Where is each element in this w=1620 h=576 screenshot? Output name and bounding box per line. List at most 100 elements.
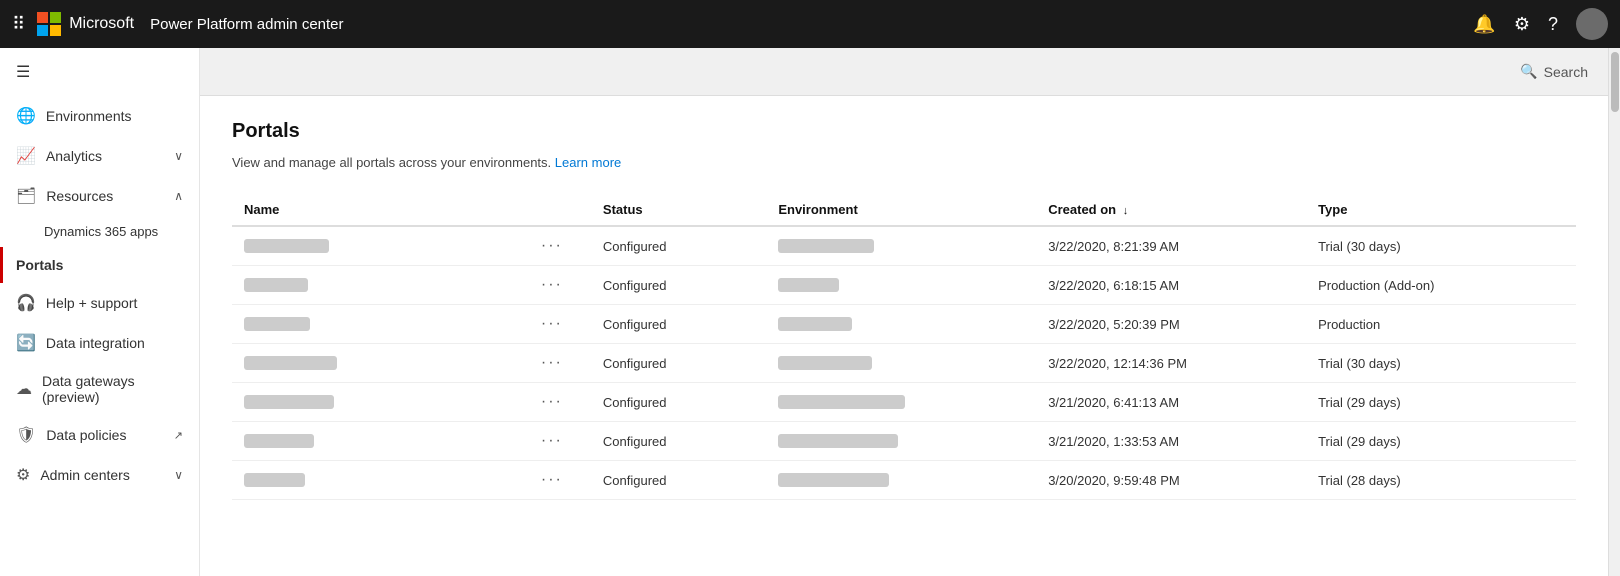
row-context-menu-button[interactable]: ··· <box>541 471 563 489</box>
sidebar-item-portals-label: Portals <box>16 257 63 273</box>
row-context-menu-button[interactable]: ··· <box>541 393 563 411</box>
table-row[interactable]: ████████████████···Configured███████████… <box>232 422 1576 461</box>
cell-status: Configured <box>591 461 766 500</box>
cell-dots-menu[interactable]: ··· <box>529 266 591 305</box>
sidebar-item-resources[interactable]: 🗂 Resources ∧ <box>0 176 199 216</box>
resources-icon: 🗂 <box>16 186 36 206</box>
cell-dots-menu[interactable]: ··· <box>529 461 591 500</box>
col-header-name: Name <box>232 194 529 226</box>
sidebar-item-label: Analytics <box>46 148 102 164</box>
col-header-dots <box>529 194 591 226</box>
cell-created-on: 3/22/2020, 5:20:39 PM <box>1036 305 1306 344</box>
cell-type: Trial (30 days) <box>1306 226 1576 266</box>
row-context-menu-button[interactable]: ··· <box>541 237 563 255</box>
cell-environment: ██████████████ <box>766 422 1036 461</box>
sidebar-item-label: Admin centers <box>40 467 129 483</box>
cell-created-on: 3/22/2020, 6:18:15 AM <box>1036 266 1306 305</box>
cell-created-on: 3/22/2020, 8:21:39 AM <box>1036 226 1306 266</box>
admin-centers-chevron: ∨ <box>174 468 183 482</box>
col-header-created-on[interactable]: Created on ↓ <box>1036 194 1306 226</box>
search-icon: 🔍 <box>1520 63 1537 80</box>
cell-environment: ████████████ <box>766 344 1036 383</box>
cell-type: Production <box>1306 305 1576 344</box>
cell-status: Configured <box>591 383 766 422</box>
microsoft-logo: Microsoft <box>37 12 134 36</box>
cell-name: ██████████ <box>232 226 529 266</box>
sidebar-item-label: Data gateways (preview) <box>42 373 183 405</box>
cell-name: ████████████ <box>232 305 529 344</box>
table-row[interactable]: ████████ ··· Configured████████████3/21/20… <box>232 383 1576 422</box>
cell-type: Trial (28 days) <box>1306 461 1576 500</box>
cell-created-on: 3/22/2020, 12:14:36 PM <box>1036 344 1306 383</box>
cell-created-on: 3/21/2020, 6:41:13 AM <box>1036 383 1306 422</box>
cell-environment: ████████████ <box>766 383 1036 422</box>
sidebar-item-data-integration[interactable]: 🔄 Data integration <box>0 323 199 363</box>
sidebar-item-admin-centers[interactable]: ⚙ Admin centers ∨ <box>0 455 199 495</box>
row-context-menu-button[interactable]: ··· <box>541 315 563 333</box>
hamburger-menu[interactable]: ☰ <box>0 48 199 96</box>
search-label: Search <box>1544 64 1588 80</box>
search-box[interactable]: 🔍 Search <box>1520 63 1588 80</box>
data-integration-icon: 🔄 <box>16 333 36 353</box>
cell-created-on: 3/21/2020, 1:33:53 AM <box>1036 422 1306 461</box>
subtitle-text: View and manage all portals across your … <box>232 155 551 170</box>
row-context-menu-button[interactable]: ··· <box>541 354 563 372</box>
table-row[interactable]: █████████ ··· Configured████████████3/22/2… <box>232 344 1576 383</box>
admin-centers-icon: ⚙ <box>16 465 30 485</box>
sort-down-icon: ↓ <box>1123 205 1129 217</box>
cell-dots-menu[interactable]: ··· <box>529 422 591 461</box>
cell-status: Configured <box>591 344 766 383</box>
sidebar-item-data-policies[interactable]: 🛡 Data policies ↗ <box>0 415 199 455</box>
topbar-right: 🔔 ⚙ ? <box>1473 8 1608 40</box>
sidebar-item-environments[interactable]: 🌐 Environments <box>0 96 199 136</box>
table-row[interactable]: ████···Configured██████████████████3/20/… <box>232 461 1576 500</box>
resources-chevron: ∧ <box>174 189 183 203</box>
row-context-menu-button[interactable]: ··· <box>541 276 563 294</box>
table-header-row: Name Status Environment Created on ↓ Typ… <box>232 194 1576 226</box>
cell-environment: ████████████ <box>766 226 1036 266</box>
data-policies-icon: 🛡 <box>16 425 36 445</box>
table-row[interactable]: █████████···Configured██████████3/22/202… <box>232 266 1576 305</box>
cell-type: Trial (29 days) <box>1306 422 1576 461</box>
cell-name: ████████ <box>232 383 529 422</box>
user-avatar[interactable] <box>1576 8 1608 40</box>
col-header-status: Status <box>591 194 766 226</box>
app-title: Power Platform admin center <box>150 16 343 33</box>
environments-icon: 🌐 <box>16 106 36 126</box>
cell-status: Configured <box>591 266 766 305</box>
cell-name: ████ <box>232 461 529 500</box>
cell-environment: ██████ <box>766 305 1036 344</box>
sidebar-item-dynamics365[interactable]: Dynamics 365 apps <box>0 216 199 247</box>
sidebar-item-data-gateways[interactable]: ☁ Data gateways (preview) <box>0 363 199 415</box>
sidebar-item-portals[interactable]: Portals <box>0 247 199 283</box>
scrollbar-thumb <box>1611 52 1619 112</box>
notifications-button[interactable]: 🔔 <box>1473 14 1495 35</box>
col-header-type: Type <box>1306 194 1576 226</box>
settings-button[interactable]: ⚙ <box>1514 14 1530 35</box>
cell-dots-menu[interactable]: ··· <box>529 383 591 422</box>
table-row[interactable]: ████████████···Configured██████3/22/2020… <box>232 305 1576 344</box>
external-link-icon: ↗ <box>174 429 183 442</box>
learn-more-link[interactable]: Learn more <box>555 155 621 170</box>
right-scrollbar[interactable] <box>1608 48 1620 576</box>
analytics-chevron: ∨ <box>174 149 183 163</box>
sidebar-item-help-support[interactable]: 🎧 Help + support <box>0 283 199 323</box>
cell-name: █████████ <box>232 344 529 383</box>
sidebar-item-label: Environments <box>46 108 132 124</box>
page-subtitle: View and manage all portals across your … <box>232 155 1576 170</box>
table-row[interactable]: ██████████···Configured████████████3/22/… <box>232 226 1576 266</box>
help-button[interactable]: ? <box>1548 14 1558 35</box>
cell-dots-menu[interactable]: ··· <box>529 226 591 266</box>
data-gateways-icon: ☁ <box>16 379 32 399</box>
col-header-environment: Environment <box>766 194 1036 226</box>
microsoft-label: Microsoft <box>69 15 134 33</box>
cell-dots-menu[interactable]: ··· <box>529 305 591 344</box>
cell-type: Trial (29 days) <box>1306 383 1576 422</box>
sidebar-item-analytics[interactable]: 📈 Analytics ∨ <box>0 136 199 176</box>
cell-environment: ██████████████████ <box>766 461 1036 500</box>
grid-icon[interactable]: ⠿ <box>12 14 25 35</box>
cell-dots-menu[interactable]: ··· <box>529 344 591 383</box>
row-context-menu-button[interactable]: ··· <box>541 432 563 450</box>
sidebar-item-label: Data policies <box>46 427 126 443</box>
content-header-bar: 🔍 Search <box>200 48 1608 96</box>
